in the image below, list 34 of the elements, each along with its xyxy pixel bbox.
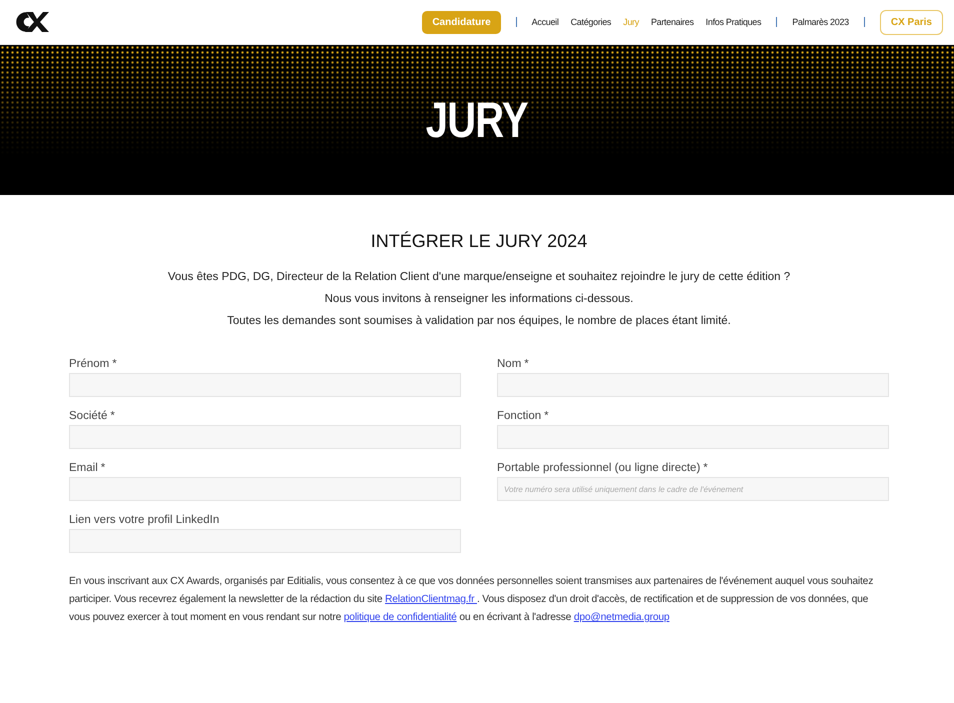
input-field[interactable] — [69, 529, 461, 553]
nav-link[interactable]: Accueil — [532, 17, 559, 27]
nav-link[interactable]: Palmarès 2023 — [792, 17, 849, 27]
input-field[interactable]: Votre numéro sera utilisé uniquement dans le cadre de l'événement — [497, 477, 889, 501]
hero-title: JURY — [426, 91, 528, 149]
link[interactable]: RelationClientmag.fr — [385, 594, 477, 605]
link[interactable]: politique de confidentialité — [344, 612, 457, 623]
nav-link[interactable]: Partenaires — [650, 17, 694, 27]
privacy-notice: En vous inscrivant aux CX Awards, organisés par Editialis, vous consentez à ce que vos données personnelles soient transmises aux partenaires de l'événement auquel vous souhaitez participer. Vous recevrez également la newsletter de la rédaction du site RelationClientmag.fr . Vous disposez d'un droit d'accès, de rectification et de suppression de vos données, que vous pouvez exercer à tout moment en vous rendant sur notre politique de confidentialité ou en écrivant à l'adresse dpo@netmedia.group — [69, 575, 874, 625]
field-label: Portable professionnel (ou ligne directe) — [497, 462, 700, 474]
field-label: Fonction — [497, 410, 542, 422]
field-label: Société — [69, 410, 108, 422]
field-label: Prénom — [69, 358, 110, 370]
required-mark: * — [100, 462, 106, 474]
intro-text: Toutes les demandes sont soumises à validation par nos équipes, le nombre de places étant limité. — [227, 314, 731, 329]
required-mark: * — [524, 358, 529, 370]
field-label: Email — [69, 462, 98, 474]
input-field[interactable] — [69, 477, 461, 501]
input-field[interactable] — [497, 373, 889, 397]
link[interactable]: dpo@netmedia.group — [574, 612, 670, 623]
required-mark: * — [703, 462, 708, 474]
input-field[interactable] — [497, 425, 889, 449]
required-mark: * — [110, 410, 115, 422]
field-label: Nom — [497, 358, 522, 370]
input-field[interactable] — [69, 425, 461, 449]
field-label: Lien vers votre profil LinkedIn — [69, 514, 220, 526]
input-field[interactable] — [69, 373, 461, 397]
intro-text: Nous vous invitons à renseigner les informations ci-dessous. — [324, 292, 634, 307]
section-title: INTÉGRER LE JURY 2024 — [370, 231, 588, 252]
nav-link[interactable]: Catégories — [570, 17, 612, 27]
nav-link[interactable]: Infos Pratiques — [706, 17, 762, 27]
intro-text: Vous êtes PDG, DG, Directeur de la Relation Client d'une marque/enseigne et souhaitez rejoindre le jury de cette édition ? — [168, 270, 790, 285]
required-mark: * — [112, 358, 117, 370]
required-mark: * — [544, 410, 549, 422]
